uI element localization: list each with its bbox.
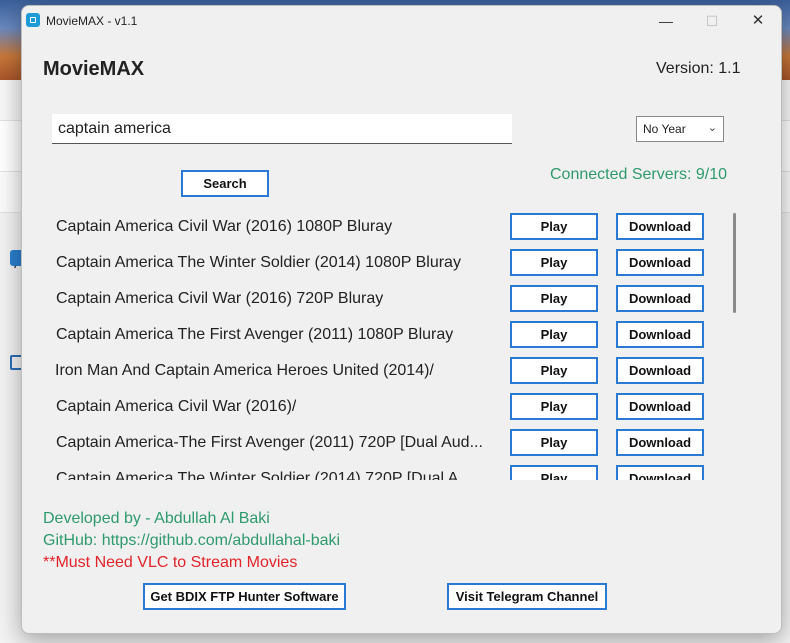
- close-button[interactable]: ✕: [735, 6, 781, 36]
- search-button[interactable]: Search: [181, 170, 269, 197]
- year-dropdown[interactable]: No Year ⌄: [636, 116, 724, 142]
- result-title: Captain America Civil War (2016) 720P Bl…: [56, 290, 384, 307]
- result-title: Captain America The First Avenger (2011)…: [56, 326, 454, 343]
- result-row: Iron Man And Captain America Heroes Unit…: [43, 356, 743, 392]
- play-button[interactable]: Play: [510, 285, 598, 312]
- moviemax-window: MovieMAX - v1.1 — ☐ ✕ MovieMAX Version: …: [21, 5, 782, 634]
- app-name-heading: MovieMAX: [43, 58, 145, 80]
- play-button[interactable]: Play: [510, 393, 598, 420]
- results-list[interactable]: Captain America Civil War (2016) 1080P B…: [43, 212, 743, 480]
- download-button[interactable]: Download: [616, 429, 704, 456]
- connected-servers-status: Connected Servers: 9/10: [550, 166, 727, 183]
- result-row: Captain America The First Avenger (2011)…: [43, 320, 743, 356]
- result-row: Captain America Civil War (2016) 1080P B…: [43, 212, 743, 248]
- app-logo-icon: [26, 13, 40, 27]
- result-row: Captain America The Winter Soldier (2014…: [43, 248, 743, 284]
- get-ftp-hunter-button[interactable]: Get BDIX FTP Hunter Software: [143, 583, 346, 610]
- title-bar[interactable]: MovieMAX - v1.1 — ☐ ✕: [22, 6, 781, 36]
- download-button[interactable]: Download: [616, 357, 704, 384]
- result-title: Captain America The Winter Soldier (2014…: [56, 254, 461, 271]
- download-button[interactable]: Download: [616, 321, 704, 348]
- result-title: Iron Man And Captain America Heroes Unit…: [55, 362, 434, 379]
- result-title: Captain America Civil War (2016)/: [56, 398, 297, 415]
- result-row: Captain America Civil War (2016) 720P Bl…: [43, 284, 743, 320]
- play-button[interactable]: Play: [510, 249, 598, 276]
- window-title: MovieMAX - v1.1: [46, 14, 138, 28]
- results-scrollbar[interactable]: [733, 213, 736, 313]
- developer-credit: Developed by - Abdullah Al Baki: [43, 510, 270, 527]
- result-title: Captain America The Winter Soldier (2014…: [56, 470, 472, 480]
- result-row: Captain America The Winter Soldier (2014…: [43, 464, 743, 480]
- chevron-down-icon: ⌄: [707, 122, 717, 134]
- version-label: Version: 1.1: [656, 60, 741, 77]
- play-button[interactable]: Play: [510, 429, 598, 456]
- play-button[interactable]: Play: [510, 321, 598, 348]
- maximize-button[interactable]: ☐: [689, 6, 735, 36]
- download-button[interactable]: Download: [616, 465, 704, 480]
- result-title: Captain America-The First Avenger (2011)…: [56, 434, 483, 451]
- minimize-button[interactable]: —: [643, 6, 689, 36]
- play-button[interactable]: Play: [510, 357, 598, 384]
- download-button[interactable]: Download: [616, 213, 704, 240]
- year-dropdown-value: No Year: [643, 122, 686, 136]
- play-button[interactable]: Play: [510, 213, 598, 240]
- result-row: Captain America-The First Avenger (2011)…: [43, 428, 743, 464]
- download-button[interactable]: Download: [616, 249, 704, 276]
- visit-telegram-button[interactable]: Visit Telegram Channel: [447, 583, 607, 610]
- play-button[interactable]: Play: [510, 465, 598, 480]
- github-link: GitHub: https://github.com/abdullahal-ba…: [43, 532, 341, 549]
- vlc-requirement-note: **Must Need VLC to Stream Movies: [43, 554, 298, 571]
- result-row: Captain America Civil War (2016)/ Play D…: [43, 392, 743, 428]
- search-input[interactable]: [52, 114, 512, 144]
- download-button[interactable]: Download: [616, 393, 704, 420]
- download-button[interactable]: Download: [616, 285, 704, 312]
- result-title: Captain America Civil War (2016) 1080P B…: [56, 218, 393, 235]
